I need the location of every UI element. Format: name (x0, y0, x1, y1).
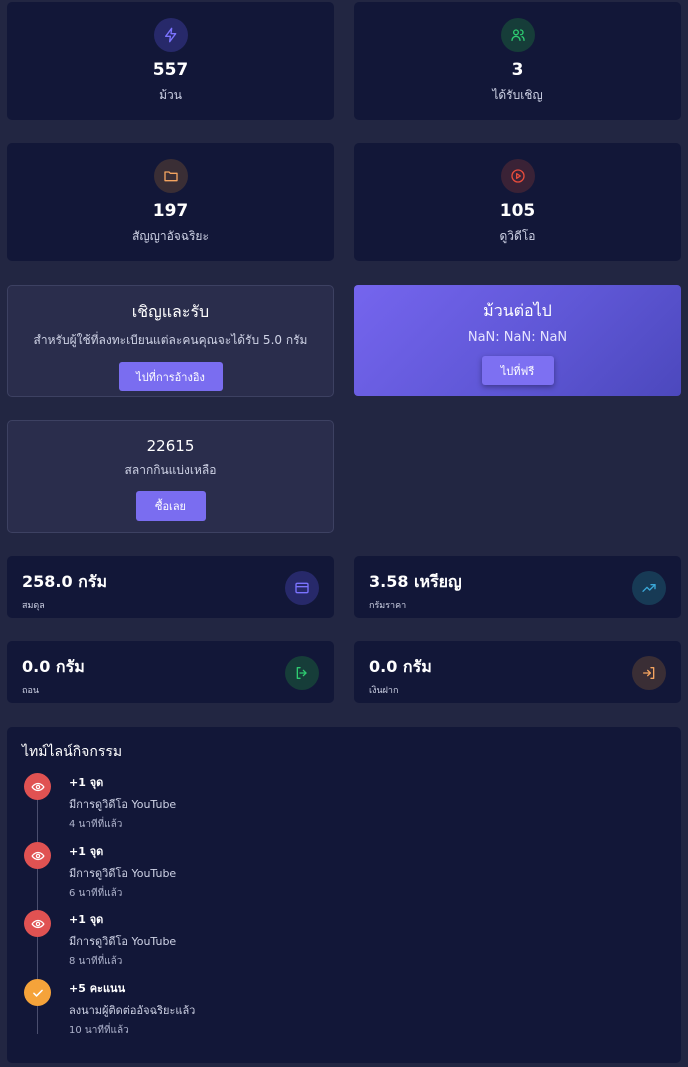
stat-value: 105 (499, 201, 536, 221)
withdraw-card: 0.0 กรัม ถอน (7, 641, 334, 703)
timeline-time: 4 นาทีที่แล้ว (69, 819, 123, 830)
dashboard-page: 557 ม้วน 3 ได้รับเชิญ 197 สัญญาอัจฉริยะ … (0, 0, 688, 1067)
gram-price-card: 3.58 เหรียญ กรัมราคา (354, 556, 681, 618)
stat-card-videos: 105 ดูวิดีโอ (354, 143, 681, 261)
trending-up-icon (632, 571, 666, 605)
gram-price-value: 3.58 เหรียญ (369, 572, 462, 591)
deposit-card: 0.0 กรัม เงินฝาก (354, 641, 681, 703)
play-circle-icon (500, 159, 535, 193)
stat-label: ดูวิดีโอ (499, 229, 536, 243)
balance-label: สมดุล (22, 601, 45, 611)
gram-price-label: กรัมราคา (369, 601, 407, 611)
folder-icon (153, 159, 188, 193)
timeline-points: +5 คะแนน (69, 982, 126, 995)
logout-icon (285, 656, 319, 690)
next-roll-card: ม้วนต่อไป NaN: NaN: NaN ไปที่ฟรี (354, 285, 681, 396)
timeline-description: มีการดูวิดีโอ YouTube (69, 798, 177, 811)
credit-card-icon (285, 571, 319, 605)
stat-card-smart-contracts: 197 สัญญาอัจฉริยะ (7, 143, 334, 261)
buy-now-button[interactable]: ซื้อเลย (135, 491, 206, 521)
check-icon (24, 979, 51, 1006)
stat-label: ม้วน (159, 88, 182, 102)
countdown-timer: NaN: NaN: NaN (467, 330, 568, 345)
timeline-points: +1 จุด (69, 776, 104, 789)
stat-label: ได้รับเชิญ (492, 88, 543, 102)
balance-card: 258.0 กรัม สมดุล (7, 556, 334, 618)
lottery-remaining-count: 22615 (146, 437, 195, 455)
invite-description: สำหรับผู้ใช้ที่ลงทะเบียนแต่ละคนคุณจะได้ร… (33, 333, 308, 347)
withdraw-value: 0.0 กรัม (22, 657, 85, 676)
lightning-icon (153, 18, 188, 52)
free-roll-button[interactable]: ไปที่ฟรี (481, 356, 554, 385)
stat-value: 3 (511, 60, 524, 80)
timeline-item: +1 จุด มีการดูวิดีโอ YouTube 8 นาทีที่แล… (24, 910, 624, 970)
timeline-description: มีการดูวิดีโอ YouTube (69, 935, 177, 948)
lottery-card: 22615 สลากกินแบ่งเหลือ ซื้อเลย (7, 420, 334, 533)
stat-value: 557 (152, 60, 189, 80)
stat-label: สัญญาอัจฉริยะ (132, 229, 209, 243)
withdraw-label: ถอน (22, 686, 40, 696)
timeline-time: 10 นาทีที่แล้ว (69, 1025, 129, 1036)
timeline-description: ลงนามผู้ติดต่ออัจฉริยะแล้ว (69, 1004, 196, 1017)
timeline-points: +1 จุด (69, 913, 104, 926)
timeline-time: 6 นาทีที่แล้ว (69, 888, 123, 899)
eye-icon (24, 910, 51, 937)
timeline-title: ไทม์ไลน์กิจกรรม (22, 744, 123, 760)
invite-title: เชิญและรับ (131, 302, 210, 321)
timeline-item: +1 จุด มีการดูวิดีโอ YouTube 6 นาทีที่แล… (24, 842, 624, 902)
stat-card-rolls: 557 ม้วน (7, 2, 334, 120)
next-roll-title: ม้วนต่อไป (483, 301, 552, 320)
timeline-item: +1 จุด มีการดูวิดีโอ YouTube 4 นาทีที่แล… (24, 773, 624, 833)
stat-value: 197 (152, 201, 189, 221)
login-icon (632, 656, 666, 690)
timeline-description: มีการดูวิดีโอ YouTube (69, 867, 177, 880)
eye-icon (24, 842, 51, 869)
eye-icon (24, 773, 51, 800)
deposit-label: เงินฝาก (369, 686, 399, 696)
referral-button[interactable]: ไปที่การอ้างอิง (118, 362, 223, 391)
lottery-label: สลากกินแบ่งเหลือ (124, 463, 217, 477)
deposit-value: 0.0 กรัม (369, 657, 432, 676)
activity-timeline: ไทม์ไลน์กิจกรรม +1 จุด มีการดูวิดีโอ You… (7, 727, 681, 1063)
invite-card: เชิญและรับ สำหรับผู้ใช้ที่ลงทะเบียนแต่ละ… (7, 285, 334, 397)
users-icon (500, 18, 535, 52)
timeline-time: 8 นาทีที่แล้ว (69, 956, 123, 967)
timeline-item: +5 คะแนน ลงนามผู้ติดต่ออัจฉริยะแล้ว 10 น… (24, 979, 624, 1039)
balance-value: 258.0 กรัม (22, 572, 108, 591)
stat-card-invited: 3 ได้รับเชิญ (354, 2, 681, 120)
timeline-points: +1 จุด (69, 845, 104, 858)
